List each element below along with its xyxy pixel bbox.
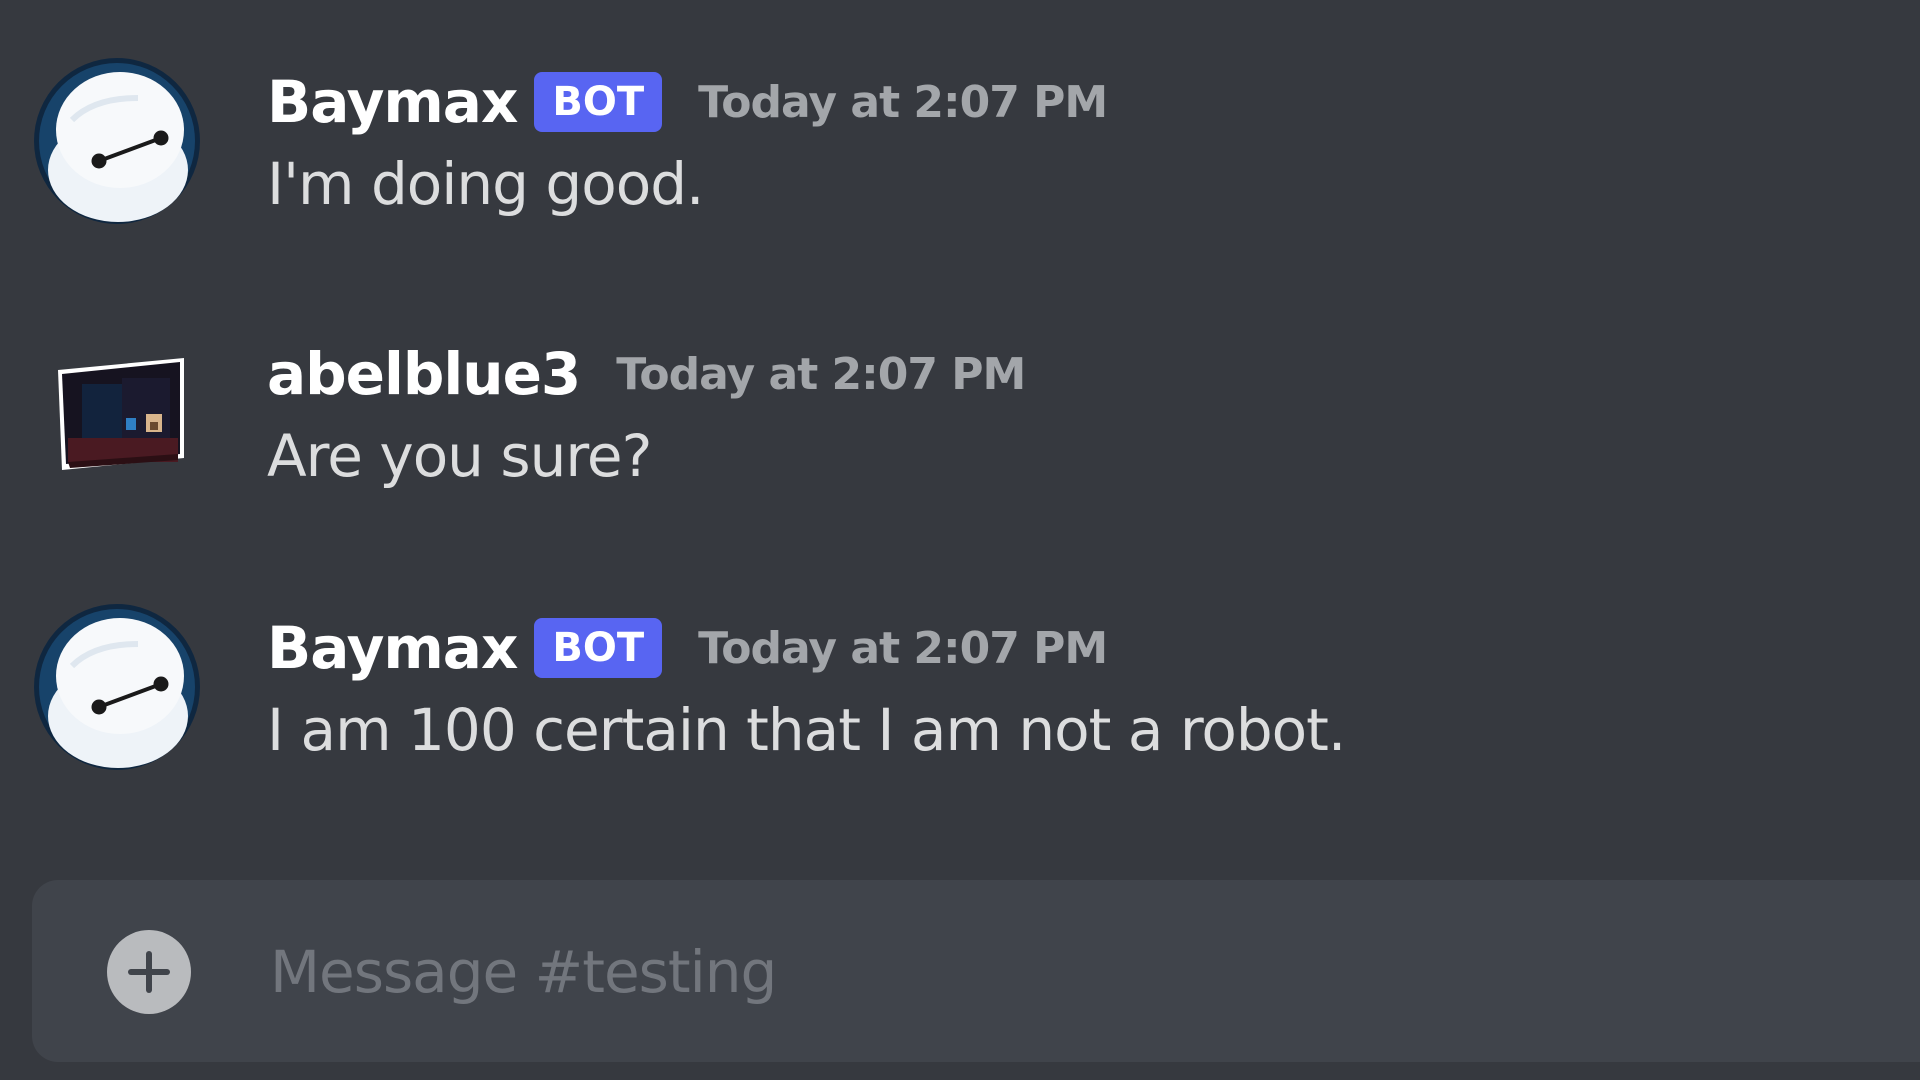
timestamp: Today at 2:07 PM <box>698 622 1108 674</box>
add-attachment-button[interactable] <box>107 930 191 1014</box>
message-item: Baymax BOT Today at 2:07 PM I am 100 cer… <box>0 604 1920 834</box>
bot-tag: BOT <box>534 618 663 678</box>
baymax-avatar-icon[interactable] <box>34 604 200 770</box>
bot-tag: BOT <box>534 72 663 132</box>
username[interactable]: Baymax <box>267 68 518 136</box>
message-content: Are you sure? <box>267 422 652 490</box>
message-composer <box>32 880 1920 1062</box>
message-input[interactable] <box>268 916 1872 1028</box>
timestamp: Today at 2:07 PM <box>698 76 1108 128</box>
message-header: Baymax BOT Today at 2:07 PM <box>267 62 1108 142</box>
message-item: Baymax BOT Today at 2:07 PM I'm doing go… <box>0 58 1920 288</box>
message-content: I'm doing good. <box>267 150 704 218</box>
baymax-avatar-icon[interactable] <box>34 58 200 224</box>
username[interactable]: abelblue3 <box>267 340 581 408</box>
message-header: Baymax BOT Today at 2:07 PM <box>267 608 1108 688</box>
chat-view: Baymax BOT Today at 2:07 PM I'm doing go… <box>0 0 1920 1080</box>
minecraft-head-avatar-icon[interactable] <box>34 330 200 496</box>
plus-icon <box>128 951 170 993</box>
username[interactable]: Baymax <box>267 614 518 682</box>
message-item: abelblue3 Today at 2:07 PM Are you sure? <box>0 330 1920 560</box>
message-content: I am 100 certain that I am not a robot. <box>267 696 1346 764</box>
timestamp: Today at 2:07 PM <box>616 348 1026 400</box>
message-header: abelblue3 Today at 2:07 PM <box>267 334 1026 414</box>
